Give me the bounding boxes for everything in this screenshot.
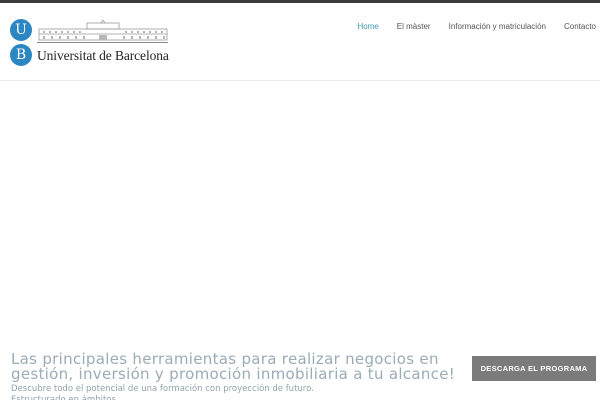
nav-item-informacion-matriculacion[interactable]: Información y matriculación	[449, 22, 546, 31]
site-header: U B Universitat de Barcelona Home El màs…	[0, 3, 600, 81]
logo-letter-b: B	[10, 44, 32, 66]
building-icon	[38, 20, 168, 41]
logo-divider	[37, 42, 168, 43]
main-nav: Home El màster Información y matriculaci…	[357, 22, 596, 31]
hero-subline: Descubre todo el potencial de una formac…	[11, 384, 314, 394]
nav-item-home[interactable]: Home	[357, 22, 378, 31]
university-logo[interactable]: U B Universitat de Barcelona	[10, 16, 172, 66]
nav-item-el-master[interactable]: El màster	[397, 22, 431, 31]
hero-headline: Las principales herramientas para realiz…	[11, 350, 456, 383]
download-program-button[interactable]: DESCARGA EL PROGRAMA	[472, 356, 596, 381]
logo-wordmark: Universitat de Barcelona	[37, 48, 169, 63]
nav-item-contacto[interactable]: Contacto	[564, 22, 596, 31]
hero-subline-partial: Estructurado en ámbitos	[11, 395, 116, 400]
logo-letter-u: U	[10, 19, 32, 41]
